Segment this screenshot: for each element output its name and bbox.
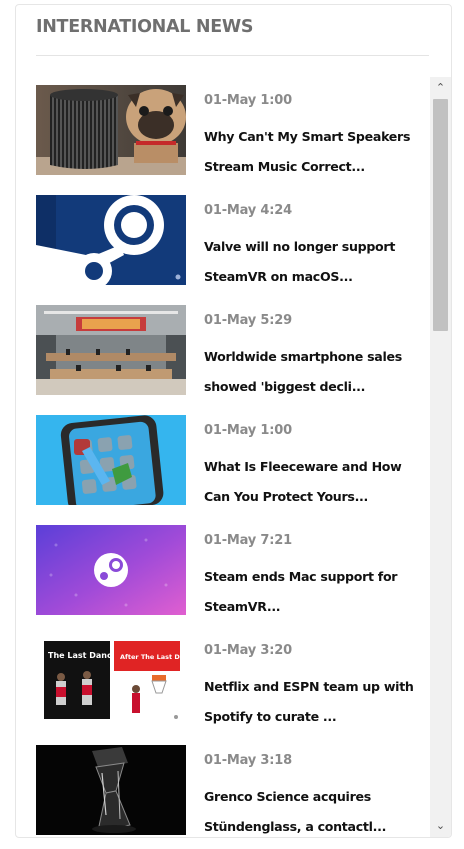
- news-headline[interactable]: What Is Fleeceware and How Can You Prote…: [204, 452, 426, 512]
- phone-apps-illustration[interactable]: [36, 415, 186, 505]
- scroll-down-arrow-icon[interactable]: ⌄: [430, 817, 451, 835]
- news-item[interactable]: 01-May 1:00 What Is Fleeceware and How C…: [36, 415, 428, 507]
- news-time: 01-May 4:24: [204, 203, 292, 218]
- news-item[interactable]: The Last Dance After The Last Dance 01-M…: [36, 635, 428, 727]
- last-dance-image[interactable]: The Last Dance After The Last Dance: [36, 635, 186, 725]
- steam-logo-image[interactable]: [36, 195, 186, 285]
- title-divider: [36, 55, 429, 56]
- hourglass-device-image[interactable]: [36, 745, 186, 835]
- news-item[interactable]: 01-May 3:18 Grenco Science acquires Stün…: [36, 745, 428, 837]
- news-headline[interactable]: Why Can't My Smart Speakers Stream Music…: [204, 122, 426, 182]
- international-news-widget: INTERNATIONAL NEWS 01-May 1:00 Why Can't…: [15, 4, 452, 838]
- vertical-scrollbar[interactable]: ⌃ ⌄: [430, 77, 451, 837]
- news-time: 01-May 1:00: [204, 93, 292, 108]
- news-list: 01-May 1:00 Why Can't My Smart Speakers …: [16, 85, 430, 837]
- news-time: 01-May 7:21: [204, 533, 292, 548]
- news-time: 01-May 1:00: [204, 423, 292, 438]
- scroll-up-arrow-icon[interactable]: ⌃: [430, 79, 451, 97]
- news-time: 01-May 5:29: [204, 313, 292, 328]
- news-headline[interactable]: Valve will no longer support SteamVR on …: [204, 232, 426, 292]
- news-item[interactable]: 01-May 1:00 Why Can't My Smart Speakers …: [36, 85, 428, 177]
- news-headline[interactable]: Worldwide smartphone sales showed 'bigge…: [204, 342, 426, 402]
- news-headline[interactable]: Grenco Science acquires Stündenglass, a …: [204, 782, 426, 837]
- news-headline[interactable]: Steam ends Mac support for SteamVR...: [204, 562, 426, 622]
- news-headline[interactable]: Netflix and ESPN team up with Spotify to…: [204, 672, 426, 732]
- last-dance-title-right: After The Last Dance: [120, 653, 186, 661]
- news-time: 01-May 3:20: [204, 643, 292, 658]
- steam-purple-image[interactable]: [36, 525, 186, 615]
- apple-store-image[interactable]: [36, 305, 186, 395]
- news-time: 01-May 3:18: [204, 753, 292, 768]
- scrollbar-thumb[interactable]: [433, 99, 448, 331]
- news-item[interactable]: 01-May 5:29 Worldwide smartphone sales s…: [36, 305, 428, 397]
- widget-title: INTERNATIONAL NEWS: [36, 17, 254, 37]
- news-item[interactable]: 01-May 4:24 Valve will no longer support…: [36, 195, 428, 287]
- news-item[interactable]: 01-May 7:21 Steam ends Mac support for S…: [36, 525, 428, 617]
- last-dance-title-left: The Last Dance: [48, 651, 118, 660]
- smart-speaker-pug-image[interactable]: [36, 85, 186, 175]
